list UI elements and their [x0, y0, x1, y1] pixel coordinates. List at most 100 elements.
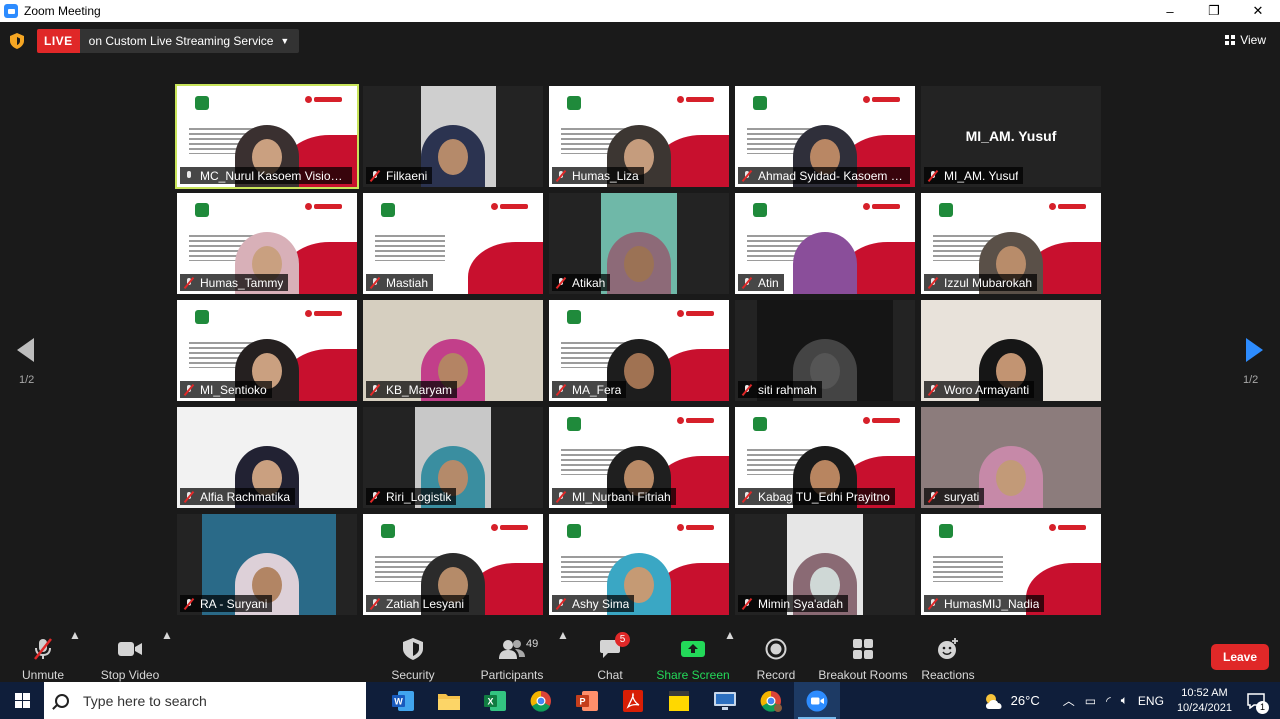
wifi-icon[interactable]: ◜: [1106, 694, 1111, 708]
participant-tile[interactable]: Mimin Sya'adah: [735, 514, 915, 615]
excel-icon: X: [484, 690, 506, 711]
participant-tile[interactable]: MI_Sentioko: [177, 300, 357, 401]
taskbar-powerpoint[interactable]: P: [564, 682, 610, 719]
participant-tile[interactable]: Atin: [735, 193, 915, 294]
participant-name: Atin: [758, 275, 779, 290]
powerpoint-icon: P: [576, 690, 598, 711]
participant-name: Alfia Rachmatika: [200, 489, 291, 504]
window-title: Zoom Meeting: [24, 4, 101, 18]
share-screen-button[interactable]: Share Screen: [656, 628, 730, 682]
language-indicator[interactable]: ENG: [1138, 694, 1164, 708]
grid-view-icon: [1225, 35, 1236, 45]
stop-video-button[interactable]: Stop Video: [100, 628, 160, 682]
participant-name-label: Atikah: [552, 274, 611, 291]
participant-name: MA_Fera: [572, 382, 622, 397]
muted-microphone-icon: [741, 598, 753, 610]
security-button[interactable]: Security: [390, 628, 436, 682]
chat-bubble-icon: 5: [597, 632, 630, 662]
participants-options-caret-icon[interactable]: ▲: [557, 628, 569, 642]
reactions-smiley-icon: [935, 636, 961, 662]
kasoem-logo-icon: [677, 415, 715, 425]
participant-tile[interactable]: suryati: [921, 407, 1101, 508]
participant-tile[interactable]: Filkaeni: [363, 86, 543, 187]
participants-button[interactable]: 49 Participants: [480, 628, 544, 682]
participant-tile[interactable]: Kabag TU_Edhi Prayitno: [735, 407, 915, 508]
participant-name-label: MC_Nurul Kasoem Vision ...: [180, 167, 352, 184]
participant-tile[interactable]: HumasMIJ_Nadia: [921, 514, 1101, 615]
taskbar-chrome[interactable]: [518, 682, 564, 719]
sticky-notes-icon: [669, 690, 689, 711]
acrobat-pdf-icon: [623, 689, 643, 712]
participant-name-label: Filkaeni: [366, 167, 433, 184]
taskbar-acrobat[interactable]: [610, 682, 656, 719]
participant-tile[interactable]: Ahmad Syidad- Kasoem Vi...: [735, 86, 915, 187]
encryption-shield-icon[interactable]: [10, 33, 24, 49]
muted-microphone-icon: [741, 384, 753, 396]
participant-tile[interactable]: MC_Nurul Kasoem Vision ...: [175, 84, 359, 189]
chat-button[interactable]: 5 Chat: [595, 628, 630, 682]
reactions-button[interactable]: Reactions: [921, 628, 975, 682]
record-button[interactable]: Record: [756, 628, 796, 682]
participant-tile[interactable]: Humas_Liza: [549, 86, 729, 187]
participant-name-label: Ashy Sima: [552, 595, 635, 612]
live-service-dropdown[interactable]: on Custom Live Streaming Service ▼: [79, 29, 300, 53]
audio-options-caret-icon[interactable]: ▲: [69, 628, 81, 642]
participant-tile[interactable]: Humas_Tammy: [177, 193, 357, 294]
live-stream-indicator[interactable]: LIVE on Custom Live Streaming Service ▼: [37, 29, 300, 53]
participant-tile[interactable]: MI_Nurbani Fitriah: [549, 407, 729, 508]
taskbar-remote-desktop[interactable]: [702, 682, 748, 719]
weather-cloud-sun-icon[interactable]: [983, 692, 1005, 710]
participant-name: Mastiah: [386, 275, 429, 290]
security-label: Security: [391, 668, 435, 682]
participant-tile[interactable]: MI_AM. Yusuf MI_AM. Yusuf: [921, 86, 1101, 187]
participant-name: Mimin Sya'adah: [758, 596, 843, 611]
participant-tile[interactable]: MA_Fera: [549, 300, 729, 401]
action-center-button[interactable]: 1: [1242, 692, 1270, 714]
battery-icon[interactable]: ▭: [1085, 694, 1096, 708]
unmute-label: Unmute: [21, 668, 65, 682]
participant-tile[interactable]: Mastiah: [363, 193, 543, 294]
next-page-arrow-icon[interactable]: [1246, 338, 1263, 362]
previous-page-arrow-icon[interactable]: [17, 338, 34, 362]
taskbar-search-box[interactable]: Type here to search: [44, 682, 366, 719]
participant-name-label: MI_Nurbani Fitriah: [552, 488, 676, 505]
breakout-rooms-button[interactable]: Breakout Rooms: [818, 628, 908, 682]
muted-microphone-icon: [741, 170, 753, 182]
view-button[interactable]: View: [1225, 33, 1266, 47]
start-button[interactable]: [0, 682, 44, 719]
stop-video-label: Stop Video: [100, 668, 160, 682]
taskbar-excel[interactable]: X: [472, 682, 518, 719]
participant-tile[interactable]: Zatiah Lesyani: [363, 514, 543, 615]
system-tray: 26°C ︿ ▭ ◜ 🔈︎ ENG 10:52 AM 10/24/2021 1: [983, 682, 1280, 719]
participant-tile[interactable]: siti rahmah: [735, 300, 915, 401]
participant-tile[interactable]: Woro Armayanti: [921, 300, 1101, 401]
taskbar-chrome-profile[interactable]: [748, 682, 794, 719]
tray-overflow-chevron-icon[interactable]: ︿: [1063, 692, 1075, 709]
volume-icon[interactable]: 🔈︎: [1121, 693, 1128, 708]
search-icon: [55, 693, 69, 708]
unmute-button[interactable]: Unmute: [21, 628, 65, 682]
participant-tile[interactable]: Izzul Mubarokah: [921, 193, 1101, 294]
leave-button[interactable]: Leave: [1211, 644, 1269, 670]
participant-tile[interactable]: Ashy Sima: [549, 514, 729, 615]
maximize-button[interactable]: ❐: [1192, 0, 1236, 22]
participant-tile[interactable]: Riri_Logistik: [363, 407, 543, 508]
participant-tile[interactable]: Alfia Rachmatika: [177, 407, 357, 508]
minimize-button[interactable]: –: [1148, 0, 1192, 22]
kasoem-logo-icon: [677, 522, 715, 532]
participant-tile[interactable]: RA - Suryani: [177, 514, 357, 615]
video-options-caret-icon[interactable]: ▲: [161, 628, 173, 642]
participant-silhouette: [979, 446, 1043, 508]
close-button[interactable]: ✕: [1236, 0, 1280, 22]
title-bar: Zoom Meeting – ❐ ✕: [0, 0, 1280, 22]
participant-tile[interactable]: Atikah: [549, 193, 729, 294]
share-options-caret-icon[interactable]: ▲: [724, 628, 736, 642]
participant-tile[interactable]: KB_Maryam: [363, 300, 543, 401]
taskbar-clock[interactable]: 10:52 AM 10/24/2021: [1177, 686, 1232, 716]
taskbar-sticky-notes[interactable]: [656, 682, 702, 719]
muted-microphone-icon: [183, 384, 195, 396]
taskbar-word[interactable]: W: [380, 682, 426, 719]
share-screen-icon: [680, 636, 706, 662]
taskbar-file-explorer[interactable]: [426, 682, 472, 719]
taskbar-zoom[interactable]: [794, 682, 840, 719]
